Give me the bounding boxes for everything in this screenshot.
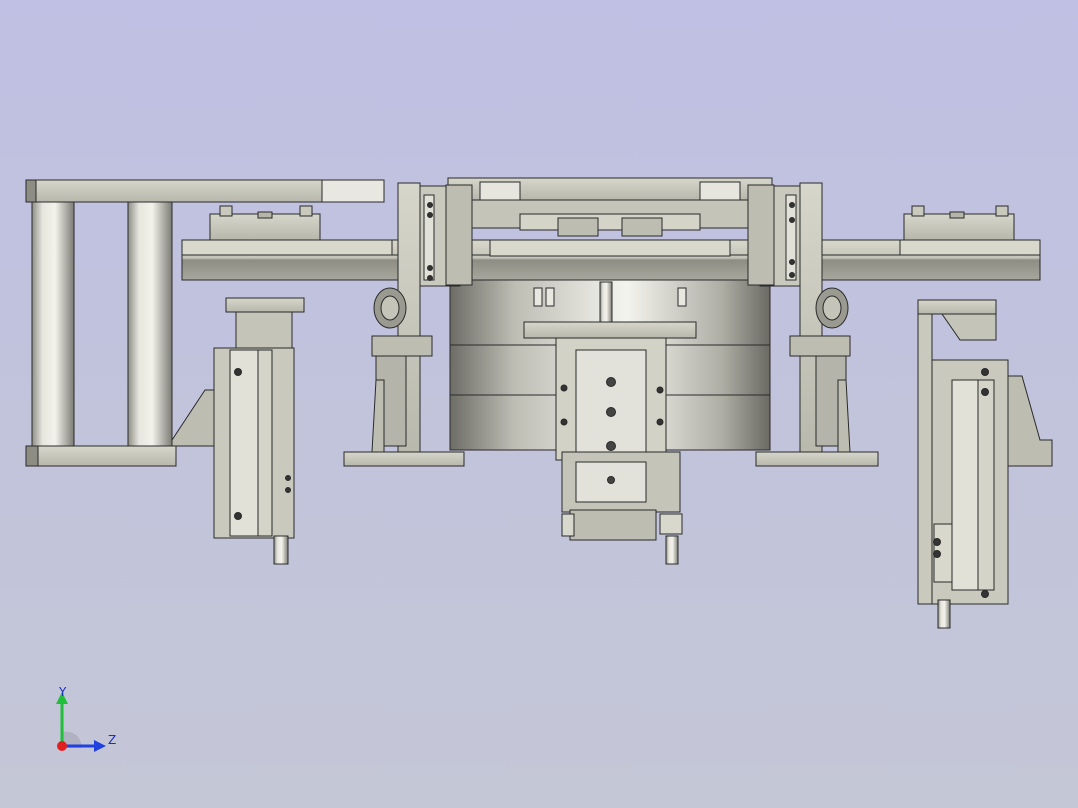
right-beam-fixture bbox=[903, 205, 1015, 241]
left-vertical-slide bbox=[213, 297, 305, 565]
z-axis-label: Z bbox=[108, 733, 116, 747]
assembly-model[interactable] bbox=[0, 0, 1078, 808]
right-vertical-slide bbox=[917, 299, 1053, 629]
central-top-frame bbox=[447, 177, 773, 257]
left-gantry-frame bbox=[25, 179, 385, 467]
z-axis-arrowhead bbox=[94, 740, 106, 752]
orientation-triad[interactable]: Y Z bbox=[50, 684, 120, 754]
y-axis-label: Y bbox=[58, 685, 67, 699]
cad-viewport[interactable]: Y Z bbox=[0, 0, 1078, 808]
left-beam-fixture bbox=[209, 205, 321, 241]
x-axis-dot bbox=[57, 741, 67, 751]
